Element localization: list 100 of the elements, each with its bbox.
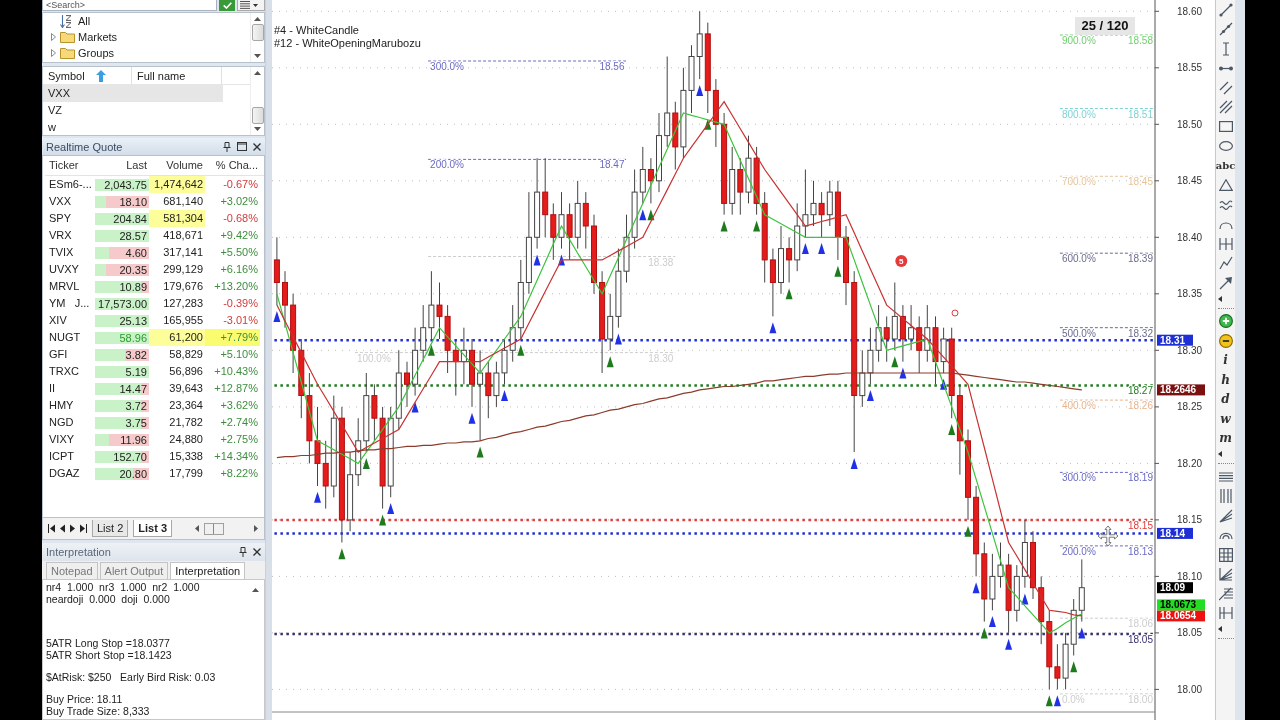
segment-icon[interactable] <box>1218 65 1233 71</box>
axis-label: 18.05 <box>1177 627 1203 639</box>
horizontal-lines-icon[interactable] <box>1218 471 1233 482</box>
candle-body <box>965 440 971 498</box>
period-button[interactable]: i <box>1223 353 1228 368</box>
candle-wick <box>772 248 774 317</box>
scroll-right-icon[interactable] <box>254 525 258 532</box>
price-label: 18.26 <box>1127 400 1153 412</box>
scroll-down-icon[interactable] <box>254 127 261 131</box>
arc-icon[interactable] <box>1218 219 1233 229</box>
collapse-icon[interactable] <box>1218 626 1222 632</box>
line-icon[interactable] <box>1218 2 1233 17</box>
pin-icon[interactable] <box>239 547 247 557</box>
tree-item[interactable]: All <box>43 13 250 29</box>
period-button[interactable]: m <box>1219 431 1232 446</box>
expander-icon[interactable] <box>51 49 56 57</box>
fan-lines-icon[interactable] <box>1218 567 1233 582</box>
column-header[interactable]: Last <box>95 156 149 175</box>
price-label: 18.15 <box>1127 519 1153 531</box>
channel-icon[interactable] <box>1218 100 1233 115</box>
table-cell-text: 127,283 <box>162 296 204 311</box>
table-cell-text: TRXC <box>48 364 80 379</box>
previous-icon[interactable] <box>60 524 65 533</box>
time-zones-icon[interactable] <box>1218 607 1233 620</box>
price-label: 18.58 <box>1127 35 1153 46</box>
period-button[interactable]: h <box>1221 372 1230 387</box>
column-header[interactable]: Symbol <box>43 67 132 84</box>
zoom-in-icon[interactable] <box>1218 314 1233 329</box>
candle-body <box>843 236 849 283</box>
sheet-tab[interactable]: List 2 <box>92 520 129 537</box>
list-icon <box>240 1 250 9</box>
zigzag-icon[interactable] <box>1218 256 1233 271</box>
arrow-icon[interactable] <box>1218 275 1233 290</box>
collapse-icon[interactable] <box>1218 451 1222 457</box>
column-header[interactable]: Volume <box>149 156 205 175</box>
period-button[interactable]: d <box>1221 392 1230 407</box>
scroll-up-icon[interactable] <box>254 17 261 21</box>
list-row[interactable]: VXX <box>43 85 223 102</box>
panel-tab[interactable]: Interpretation <box>170 562 246 579</box>
parallel-lines-icon[interactable] <box>1218 80 1233 95</box>
ellipse-icon[interactable] <box>1218 141 1233 152</box>
candle-wick <box>455 338 457 397</box>
ray-icon[interactable] <box>1218 22 1233 37</box>
first-icon[interactable] <box>48 524 55 533</box>
arcs-icon[interactable] <box>1218 531 1233 540</box>
column-header[interactable]: Full name <box>132 67 222 84</box>
list-row[interactable]: w <box>43 119 223 136</box>
pin-icon[interactable] <box>223 141 231 152</box>
scroll-up-icon[interactable] <box>254 71 261 75</box>
scroll-left-icon[interactable] <box>195 525 199 532</box>
interpretation-text: 5ATR Long Stop =18.0377 5ATR Short Stop =18.1423 <box>46 637 173 661</box>
axis-label: 18.30 <box>1177 344 1203 356</box>
table-cell: 61,200 <box>149 329 205 346</box>
list-row[interactable]: VZ <box>43 102 223 119</box>
scroll-down-icon[interactable] <box>254 54 261 58</box>
cycle-lines-icon[interactable] <box>1218 237 1233 250</box>
triangle-icon[interactable] <box>1218 179 1233 192</box>
tree-item[interactable]: Markets <box>43 29 250 45</box>
column-header[interactable]: % Cha... <box>205 156 260 175</box>
maximize-icon[interactable] <box>237 142 247 151</box>
list-button[interactable] <box>237 0 265 11</box>
table-cell: 1,474,642 <box>149 176 205 193</box>
sheet-tab[interactable]: List 3 <box>133 520 173 537</box>
zoom-out-icon[interactable] <box>1218 333 1233 348</box>
candle-wick <box>813 180 814 227</box>
scrollbar[interactable] <box>250 13 264 62</box>
close-icon[interactable] <box>253 548 261 556</box>
wave-icon[interactable] <box>1218 197 1233 212</box>
scroll-thumb[interactable] <box>251 107 264 124</box>
panel-tab[interactable]: Alert Output <box>99 562 169 579</box>
fibonacci-lines-icon[interactable] <box>1218 586 1233 601</box>
scroll-thumb[interactable] <box>204 522 224 535</box>
price-tag: 18.0654 <box>1157 610 1205 622</box>
price-tag: 18.2646 <box>1157 384 1205 396</box>
candle-wick <box>902 304 904 363</box>
sort-arrow-icon <box>95 69 106 82</box>
last-icon[interactable] <box>80 524 87 533</box>
price-tag: 18.31 <box>1157 334 1193 346</box>
scroll-thumb[interactable] <box>251 24 264 41</box>
candle-wick <box>1056 643 1058 690</box>
rectangle-icon[interactable] <box>1218 121 1233 133</box>
collapse-icon[interactable] <box>1218 295 1222 302</box>
next-icon[interactable] <box>70 524 75 533</box>
search-field[interactable]: <Search> <box>42 0 217 11</box>
expander-icon[interactable] <box>51 33 56 41</box>
table-cell-text: -0.68% <box>222 211 259 226</box>
close-icon[interactable] <box>253 142 261 151</box>
scrollbar[interactable] <box>250 67 264 135</box>
measure-icon[interactable] <box>1221 41 1230 56</box>
confirm-button[interactable] <box>219 0 235 11</box>
text-tool-button[interactable]: abc <box>1215 159 1236 172</box>
candle-wick <box>585 191 587 250</box>
grid-icon[interactable] <box>1218 547 1233 562</box>
fan-icon[interactable] <box>1218 508 1233 523</box>
tree-item[interactable]: Groups <box>43 45 250 61</box>
vertical-lines-icon[interactable] <box>1219 489 1232 504</box>
column-header[interactable]: Ticker <box>45 156 95 175</box>
panel-tab[interactable]: Notepad <box>46 562 98 579</box>
scroll-up-icon[interactable] <box>252 588 259 592</box>
period-button[interactable]: w <box>1220 411 1231 426</box>
